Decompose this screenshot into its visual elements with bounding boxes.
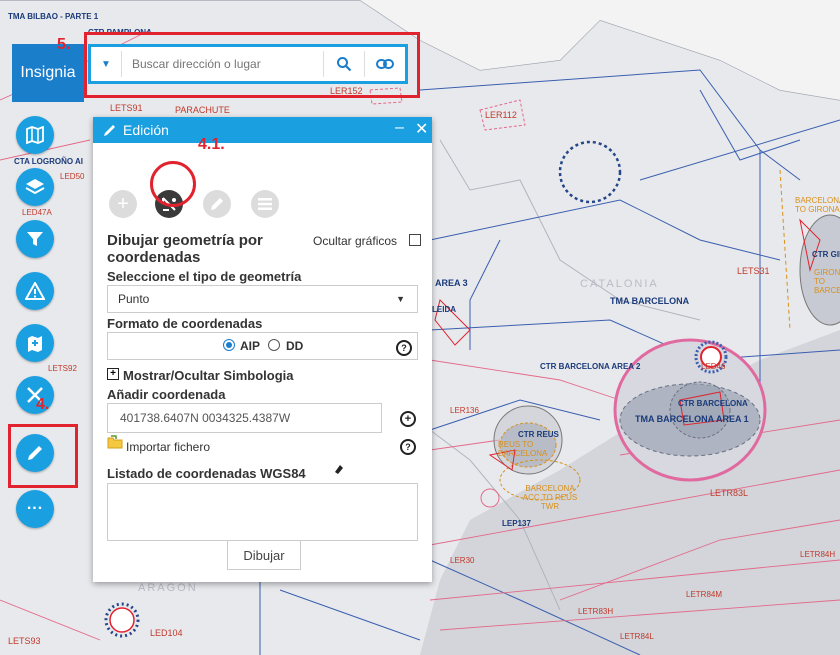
map-label: CTA LOGROÑO AI bbox=[14, 157, 84, 166]
map-label: LETR84M bbox=[686, 590, 723, 599]
map-label: PARACHUTE bbox=[175, 105, 230, 115]
map-label: LETR84H bbox=[800, 550, 836, 559]
aip-radio[interactable] bbox=[223, 339, 235, 351]
annotation-box-edit bbox=[8, 424, 78, 488]
edit-panel: Edición – ✕ + Dibujar geometría por coor… bbox=[93, 117, 432, 582]
annotation-circle-tool bbox=[150, 161, 196, 207]
map-label: LED47A bbox=[22, 208, 52, 217]
panel-header: Edición – ✕ bbox=[93, 117, 432, 143]
map-label: CTR GIRONA bbox=[812, 250, 840, 259]
map-label: CTR BARCELONA bbox=[678, 399, 748, 408]
folder-icon bbox=[107, 435, 123, 449]
aip-label: AIP bbox=[240, 339, 261, 353]
annotation-label-search: 5. bbox=[57, 36, 71, 53]
map-label: CTR REUS bbox=[518, 430, 559, 439]
eraser-icon[interactable] bbox=[333, 463, 345, 475]
map-label: LER30 bbox=[450, 556, 475, 565]
filter-icon bbox=[27, 232, 43, 246]
coordinate-list-textarea[interactable] bbox=[107, 483, 418, 541]
map-label: AREA 3 bbox=[435, 278, 468, 288]
annotation-label-edit: 4. bbox=[36, 396, 50, 413]
add-geometry-button[interactable]: + bbox=[109, 190, 137, 218]
app-brand[interactable]: Insignia bbox=[12, 44, 84, 102]
map-label: ARAGON bbox=[138, 582, 198, 594]
map-label: LETS92 bbox=[48, 364, 77, 373]
coordinate-format-label: Formato de coordenadas bbox=[107, 316, 263, 331]
coordinate-input[interactable]: 401738.6407N 0034325.4387W bbox=[107, 403, 382, 433]
map-label: LED104 bbox=[150, 628, 183, 638]
map-label: GIRONA TO BARCELONA bbox=[814, 268, 840, 295]
map-label: TMA BARCELONA bbox=[610, 296, 690, 306]
print-button[interactable] bbox=[16, 324, 54, 362]
map-label: LETS31 bbox=[737, 266, 770, 276]
map-label: BARCELONA TO GIRONA bbox=[795, 196, 840, 214]
layers-icon bbox=[25, 179, 45, 195]
draw-heading: Dibujar geometría por coordenadas bbox=[107, 232, 263, 266]
plus-icon: + bbox=[117, 192, 129, 215]
map-label: LETR84L bbox=[620, 632, 654, 641]
chevron-down-icon: ▼ bbox=[396, 294, 405, 304]
minimize-button[interactable]: – bbox=[395, 119, 404, 137]
brand-label: Insignia bbox=[20, 64, 76, 81]
map-label: BARCELONA ACC TO REUS TWR bbox=[522, 484, 578, 511]
print-map-icon bbox=[28, 336, 42, 352]
hide-graphics-checkbox[interactable] bbox=[409, 234, 421, 246]
map-label: LER112 bbox=[485, 110, 517, 120]
help-icon[interactable]: ? bbox=[396, 340, 412, 356]
map-label: LEIDA bbox=[432, 305, 456, 314]
annotation-label-tool: 4.1. bbox=[198, 136, 225, 153]
list-icon bbox=[258, 198, 272, 210]
map-label: CATALONIA bbox=[580, 278, 659, 290]
close-button[interactable]: ✕ bbox=[415, 119, 428, 139]
map-label: LETR83L bbox=[710, 488, 749, 498]
map-label: LER136 bbox=[450, 406, 479, 415]
list-button[interactable] bbox=[251, 190, 279, 218]
basemap-button[interactable] bbox=[16, 116, 54, 154]
import-file-link[interactable]: Importar fichero bbox=[126, 440, 210, 454]
add-circle-icon[interactable]: + bbox=[400, 411, 416, 427]
map-label: TMA BILBAO - PARTE 1 bbox=[8, 12, 99, 21]
symbology-toggle[interactable]: Mostrar/Ocultar Simbologia bbox=[123, 368, 293, 383]
panel-title: Edición bbox=[123, 122, 169, 138]
more-icon: ... bbox=[26, 496, 44, 513]
geometry-type-select[interactable]: Punto ▼ bbox=[107, 285, 418, 313]
annotation-box-search bbox=[84, 32, 420, 98]
help-icon[interactable]: ? bbox=[400, 439, 416, 455]
map-label: LETR83H bbox=[578, 607, 614, 616]
coordinate-list-label: Listado de coordenadas WGS84 bbox=[107, 466, 306, 481]
radio-dot-icon bbox=[226, 342, 232, 348]
draw-button[interactable]: Dibujar bbox=[227, 540, 301, 570]
map-label: LEP137 bbox=[502, 519, 531, 528]
dd-radio[interactable] bbox=[268, 339, 280, 351]
edit-geometry-button[interactable] bbox=[203, 190, 231, 218]
geometry-type-value: Punto bbox=[118, 292, 150, 306]
layers-button[interactable] bbox=[16, 168, 54, 206]
dd-label: DD bbox=[286, 339, 304, 353]
coordinate-value: 401738.6407N 0034325.4387W bbox=[120, 411, 291, 425]
pencil-icon bbox=[211, 198, 223, 210]
draw-button-label: Dibujar bbox=[243, 547, 285, 563]
map-label: CTR BARCELONA AREA 2 bbox=[540, 362, 641, 371]
geometry-type-label: Seleccione el tipo de geometría bbox=[107, 269, 302, 284]
map-label: TMA BARCELONA AREA 1 bbox=[635, 414, 749, 424]
map-label: LETS93 bbox=[8, 636, 41, 646]
map-label: REUS TO BARCELONA bbox=[498, 440, 548, 458]
pencil-icon bbox=[104, 125, 115, 136]
map-icon bbox=[26, 126, 44, 144]
more-button[interactable]: ... bbox=[16, 490, 54, 528]
warning-icon bbox=[25, 282, 45, 300]
hide-graphics-label: Ocultar gráficos bbox=[313, 234, 398, 248]
add-coordinate-label: Añadir coordenada bbox=[107, 387, 226, 402]
map-label: LED50 bbox=[60, 172, 85, 181]
warning-button[interactable] bbox=[16, 272, 54, 310]
map-label: LETS91 bbox=[110, 103, 143, 113]
filter-button[interactable] bbox=[16, 220, 54, 258]
plus-square-icon[interactable]: + bbox=[107, 368, 119, 380]
coordinate-format-box: AIP DD ? bbox=[107, 332, 418, 360]
map-label: LED46 bbox=[701, 362, 726, 371]
